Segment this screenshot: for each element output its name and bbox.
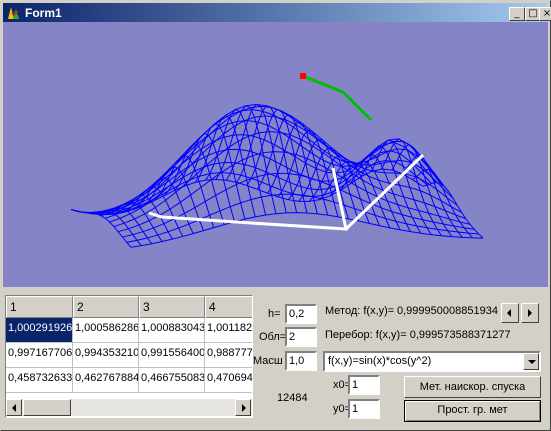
iteration-counter: 12484 — [277, 392, 308, 404]
surface-plot[interactable] — [3, 22, 548, 287]
grid-cell[interactable]: 0,466755083 — [139, 368, 205, 393]
left-arrow-icon — [507, 309, 511, 317]
method-value: 0,999950008851934 — [397, 305, 498, 317]
next-button[interactable] — [521, 303, 539, 323]
app-icon — [8, 7, 19, 19]
method-label: Метод: f(x,y)= — [325, 305, 395, 317]
area-label: Обл= — [259, 331, 287, 343]
grid-header-1[interactable]: 1 — [6, 296, 73, 318]
dropdown-button[interactable] — [523, 353, 539, 370]
chevron-down-icon — [528, 360, 536, 364]
gradient-path — [302, 74, 373, 122]
grid-header-2[interactable]: 2 — [73, 296, 139, 318]
optimum-marker — [300, 73, 306, 79]
grid-cell[interactable]: 0,991556400 — [139, 343, 205, 368]
right-arrow-icon — [242, 404, 246, 412]
area-input[interactable]: 2 — [285, 327, 317, 347]
simple-gradient-button[interactable]: Прост. гр. мет — [404, 400, 541, 422]
scale-label: Масш — [253, 355, 283, 367]
results-grid[interactable]: 1 2 3 4 1,000291926 1,000586286 1,000883… — [5, 295, 253, 418]
grid-cell[interactable]: 0,462767884 — [73, 368, 139, 393]
title-bar[interactable]: Form1 _ □ × — [3, 3, 551, 22]
mesh-line — [350, 153, 411, 232]
grid-cell[interactable]: 1,001182 — [205, 318, 252, 343]
steepest-descent-button[interactable]: Мет. наискор. спуска — [404, 376, 541, 398]
grid-cell[interactable]: 1,000291926 — [6, 318, 73, 343]
grid-header-3[interactable]: 3 — [139, 296, 205, 318]
search-result: Перебор: f(x,y)= 0,999573588371277 — [325, 329, 511, 341]
h-label: h= — [268, 308, 281, 320]
right-arrow-icon — [528, 309, 532, 317]
grid-cell[interactable]: 1,000883043 — [139, 318, 205, 343]
x0-input[interactable]: 1 — [348, 375, 380, 395]
mesh-line — [92, 120, 445, 214]
h-input[interactable]: 0,2 — [285, 304, 317, 324]
surface-plot-svg — [70, 73, 484, 248]
grid-cell[interactable]: 0,997167706 — [6, 343, 73, 368]
prev-button[interactable] — [501, 303, 519, 323]
grid-cell[interactable]: 0,988777 — [205, 343, 252, 368]
grid-cell[interactable]: 1,000586286 — [73, 318, 139, 343]
grid-cell[interactable]: 0,458732633 — [6, 368, 73, 393]
grid-horizontal-scrollbar[interactable] — [6, 399, 252, 416]
scroll-thumb[interactable] — [23, 399, 71, 416]
scroll-right-button[interactable] — [235, 399, 251, 416]
scale-input[interactable]: 1,0 — [285, 351, 317, 371]
function-select-value: f(x,y)=sin(x)*cos(y^2) — [328, 355, 432, 367]
grid-header-4[interactable]: 4 — [205, 296, 252, 318]
window-title: Form1 — [25, 6, 62, 20]
scroll-left-button[interactable] — [6, 399, 22, 416]
mesh-line — [70, 209, 132, 248]
y0-input[interactable]: 1 — [348, 399, 380, 419]
main-window: Form1 _ □ × 1 2 3 4 1,000291926 1,000586… — [0, 0, 551, 431]
left-arrow-icon — [12, 404, 16, 412]
minimize-button[interactable]: _ — [509, 7, 525, 21]
grid-cell[interactable]: 0,470694 — [205, 368, 252, 393]
grid-cell[interactable]: 0,994353210 — [73, 343, 139, 368]
function-select[interactable]: f(x,y)=sin(x)*cos(y^2) — [323, 351, 541, 372]
close-button[interactable]: × — [539, 7, 551, 21]
